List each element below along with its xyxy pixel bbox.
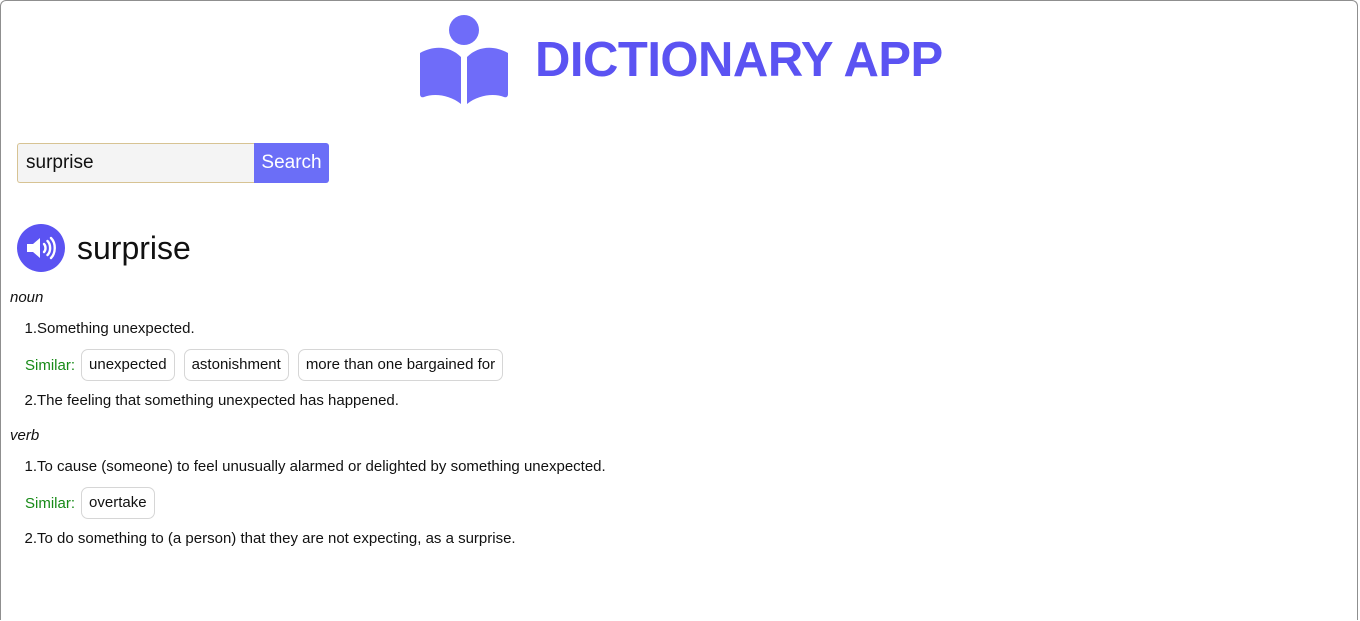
definition-item: 2. The feeling that something unexpected… bbox=[10, 383, 1010, 419]
definition-text: To do something to (a person) that they … bbox=[37, 530, 516, 547]
definition-item: 1. To cause (someone) to feel unusually … bbox=[10, 449, 1010, 521]
definition-item: 1. Something unexpected. Similar: unexpe… bbox=[10, 311, 1010, 383]
definition-number: 1. bbox=[24, 458, 37, 475]
word-title: surprise bbox=[77, 230, 191, 266]
similar-label: Similar: bbox=[25, 356, 76, 374]
reader-book-icon bbox=[420, 15, 508, 104]
definition-number: 1. bbox=[24, 320, 37, 337]
definition-text: To cause (someone) to feel unusually ala… bbox=[37, 458, 606, 475]
definition-number: 2. bbox=[24, 392, 37, 409]
search-bar: Search bbox=[17, 143, 329, 183]
definition-line: 2. To do something to (a person) that th… bbox=[10, 521, 1010, 557]
synonym-chip[interactable]: unexpected bbox=[81, 349, 175, 381]
definition-line: 1. To cause (someone) to feel unusually … bbox=[10, 449, 1010, 485]
similar-label: Similar: bbox=[25, 494, 76, 512]
synonym-chip[interactable]: astonishment bbox=[183, 349, 289, 381]
definition-list: 1. Something unexpected. Similar: unexpe… bbox=[10, 311, 1010, 419]
meanings-list: noun 1. Something unexpected. Similar: u… bbox=[10, 285, 1010, 557]
synonyms-row: Similar: unexpected astonishment more th… bbox=[25, 347, 1010, 383]
synonym-chip[interactable]: overtake bbox=[81, 487, 155, 519]
definition-text: Something unexpected. bbox=[37, 320, 195, 337]
definition-list: 1. To cause (someone) to feel unusually … bbox=[10, 449, 1010, 557]
definition-line: 1. Something unexpected. bbox=[10, 311, 1010, 347]
part-of-speech: noun bbox=[10, 289, 44, 306]
definition-text: The feeling that something unexpected ha… bbox=[37, 392, 399, 409]
synonym-chip[interactable]: more than one bargained for bbox=[297, 349, 504, 381]
speaker-icon bbox=[27, 236, 56, 260]
play-audio-button[interactable] bbox=[17, 224, 65, 272]
app-window: DICTIONARY APP Search surprise noun 1. S… bbox=[0, 0, 1358, 620]
definition-number: 2. bbox=[24, 530, 37, 547]
definition-item: 2. To do something to (a person) that th… bbox=[10, 521, 1010, 557]
app-header: DICTIONARY APP bbox=[1, 13, 1357, 105]
search-button[interactable]: Search bbox=[254, 143, 329, 183]
definition-line: 2. The feeling that something unexpected… bbox=[10, 383, 1010, 419]
synonyms-row: Similar: overtake bbox=[25, 485, 1010, 521]
search-input[interactable] bbox=[17, 143, 254, 183]
app-title: DICTIONARY APP bbox=[535, 33, 943, 87]
word-heading: surprise bbox=[17, 223, 191, 273]
part-of-speech: verb bbox=[10, 427, 40, 444]
